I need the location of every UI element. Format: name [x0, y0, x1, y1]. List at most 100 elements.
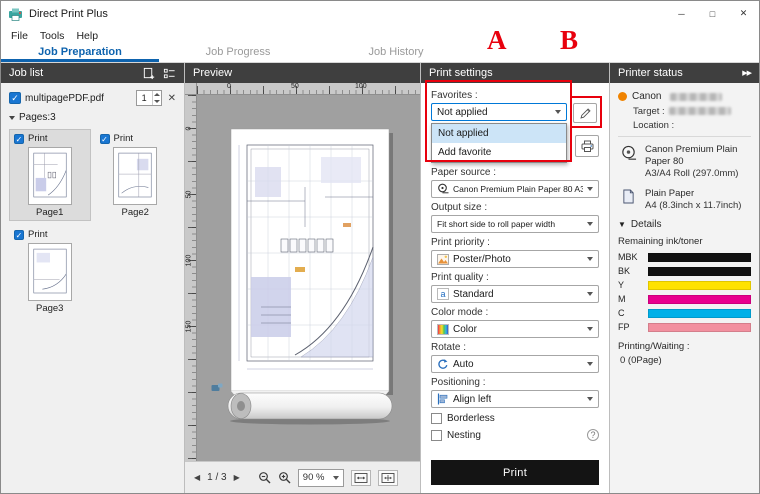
ruler-number: 0: [186, 123, 193, 135]
sheet-media-row: Plain Paper A4 (8.3inch x 11.7inch): [618, 188, 751, 212]
vertical-ruler: 0 50 100 150: [185, 95, 197, 461]
color-mode-value: Color: [453, 324, 477, 335]
print-priority-select[interactable]: Poster/Photo: [431, 250, 599, 268]
ink-bar-fill: [648, 309, 751, 318]
roll-paper-icon: [437, 183, 449, 195]
favorites-option-not-applied[interactable]: Not applied: [432, 124, 566, 143]
ink-bar-fill: [648, 281, 751, 290]
page-thumbnail-image[interactable]: [113, 147, 157, 205]
page-caption: Page2: [100, 207, 172, 218]
close-button[interactable]: ✕: [728, 1, 759, 26]
get-printer-settings-button[interactable]: [575, 135, 599, 157]
ink-row-fp: FP: [618, 322, 751, 332]
photo-icon: [437, 254, 449, 265]
print-quality-field: Print quality : a Standard: [431, 272, 599, 303]
ruler-number: 0: [227, 83, 231, 90]
print-priority-field: Print priority : Poster/Photo: [431, 237, 599, 268]
ink-bar-fill: [648, 295, 751, 304]
fit-to-width-button[interactable]: [351, 470, 371, 486]
nesting-row: Nesting ?: [431, 429, 599, 441]
print-quality-label: Print quality :: [431, 272, 599, 283]
rotate-select[interactable]: Auto: [431, 355, 599, 373]
tab-job-preparation[interactable]: Job Preparation: [1, 44, 159, 62]
remove-job-button[interactable]: ✕: [166, 93, 178, 104]
location-label: Location :: [633, 120, 674, 131]
chevron-down-icon: [587, 397, 593, 401]
color-mode-select[interactable]: Color: [431, 320, 599, 338]
positioning-select[interactable]: Align left: [431, 390, 599, 408]
output-size-value: Fit short side to roll paper width: [437, 219, 555, 229]
app-window: Direct Print Plus ─ □ ✕ File Tools Help …: [0, 0, 760, 494]
job-list-view-button[interactable]: [163, 67, 176, 80]
ruler-number: 50: [186, 189, 193, 201]
preview-page: [225, 127, 395, 427]
positioning-label: Positioning :: [431, 377, 599, 388]
print-priority-label: Print priority :: [431, 237, 599, 248]
nesting-help-icon[interactable]: ?: [587, 429, 599, 441]
pages-toggle[interactable]: Pages:3: [1, 110, 184, 125]
page-caption: Page3: [14, 303, 86, 314]
zoom-level-select[interactable]: 90 %: [298, 469, 344, 487]
chevron-down-icon: [587, 292, 593, 296]
job-list-title: Job list: [9, 67, 43, 79]
stepper-up-icon[interactable]: [153, 91, 161, 98]
favorites-field: Favorites : Not applied Not applied Add …: [431, 90, 599, 163]
favorites-value: Not applied: [437, 107, 488, 118]
edit-favorites-button[interactable]: [573, 103, 597, 123]
tab-job-history[interactable]: Job History: [317, 44, 475, 62]
favorites-select[interactable]: Not applied: [431, 103, 567, 121]
favorites-label: Favorites :: [431, 90, 599, 101]
main-panels: Job list ✓ multipagePDF.pdf 1 ✕: [1, 63, 759, 493]
print-page-checkbox[interactable]: ✓: [14, 134, 24, 144]
zoom-out-button[interactable]: [258, 471, 271, 484]
page-caption: Page1: [14, 207, 86, 218]
collapse-status-panel-button[interactable]: ▶▶: [742, 69, 751, 77]
window-title: Direct Print Plus: [29, 8, 108, 20]
add-job-button[interactable]: [142, 67, 155, 80]
print-quality-select[interactable]: a Standard: [431, 285, 599, 303]
menu-file[interactable]: File: [5, 30, 34, 42]
favorites-option-add-favorite[interactable]: Add favorite: [432, 143, 566, 162]
paper-source-label: Paper source :: [431, 167, 599, 178]
chevron-down-icon: [587, 327, 593, 331]
preview-canvas[interactable]: [197, 95, 420, 461]
favorites-dropdown-list: Not applied Add favorite: [431, 123, 567, 163]
chevron-down-icon: [587, 222, 593, 226]
prev-page-button[interactable]: ◀: [194, 473, 200, 482]
target-label: Target :: [633, 106, 665, 117]
nesting-checkbox[interactable]: [431, 430, 442, 441]
stepper-down-icon[interactable]: [153, 98, 161, 105]
roll-media-size: A3/A4 Roll (297.0mm): [645, 168, 751, 180]
roll-paper-icon: [618, 144, 638, 180]
fit-to-page-button[interactable]: [378, 470, 398, 486]
paper-source-select[interactable]: Canon Premium Plain Paper 80 A3/A4: [431, 180, 599, 198]
page-thumbnail-1[interactable]: ✓Print Page1: [9, 129, 91, 221]
print-page-checkbox[interactable]: ✓: [14, 230, 24, 240]
output-size-select[interactable]: Fit short side to roll paper width: [431, 215, 599, 233]
tab-job-progress[interactable]: Job Progress: [159, 44, 317, 62]
page-thumbnail-3[interactable]: ✓Print Page3: [9, 225, 91, 317]
zoom-in-button[interactable]: [278, 471, 291, 484]
maximize-button[interactable]: □: [697, 1, 728, 26]
page-thumbnail-image[interactable]: [28, 243, 72, 301]
copies-stepper-arrows[interactable]: [152, 91, 161, 105]
positioning-field: Positioning : Align left: [431, 377, 599, 408]
details-toggle[interactable]: ▼ Details: [618, 219, 751, 230]
rotate-value: Auto: [453, 359, 474, 370]
job-file-checkbox[interactable]: ✓: [9, 92, 21, 104]
minimize-button[interactable]: ─: [666, 1, 697, 26]
print-page-checkbox[interactable]: ✓: [100, 134, 110, 144]
roll-media-row: Canon Premium Plain Paper 80 A3/A4 Roll …: [618, 144, 751, 180]
next-page-button[interactable]: ▶: [234, 473, 240, 482]
copies-stepper[interactable]: 1: [136, 90, 162, 106]
triangle-down-icon: ▼: [618, 220, 626, 229]
borderless-checkbox[interactable]: [431, 413, 442, 424]
job-file-row[interactable]: ✓ multipagePDF.pdf 1 ✕: [1, 83, 184, 110]
page-thumbnail-2[interactable]: ✓Print Page2: [95, 129, 177, 221]
menu-help[interactable]: Help: [70, 30, 104, 42]
page-thumbnail-image[interactable]: [28, 147, 72, 205]
paper-source-value: Canon Premium Plain Paper 80 A3/A4: [453, 184, 583, 194]
print-button[interactable]: Print: [431, 460, 599, 485]
roll-media-name: Canon Premium Plain Paper 80: [645, 144, 751, 168]
menu-tools[interactable]: Tools: [34, 30, 71, 42]
